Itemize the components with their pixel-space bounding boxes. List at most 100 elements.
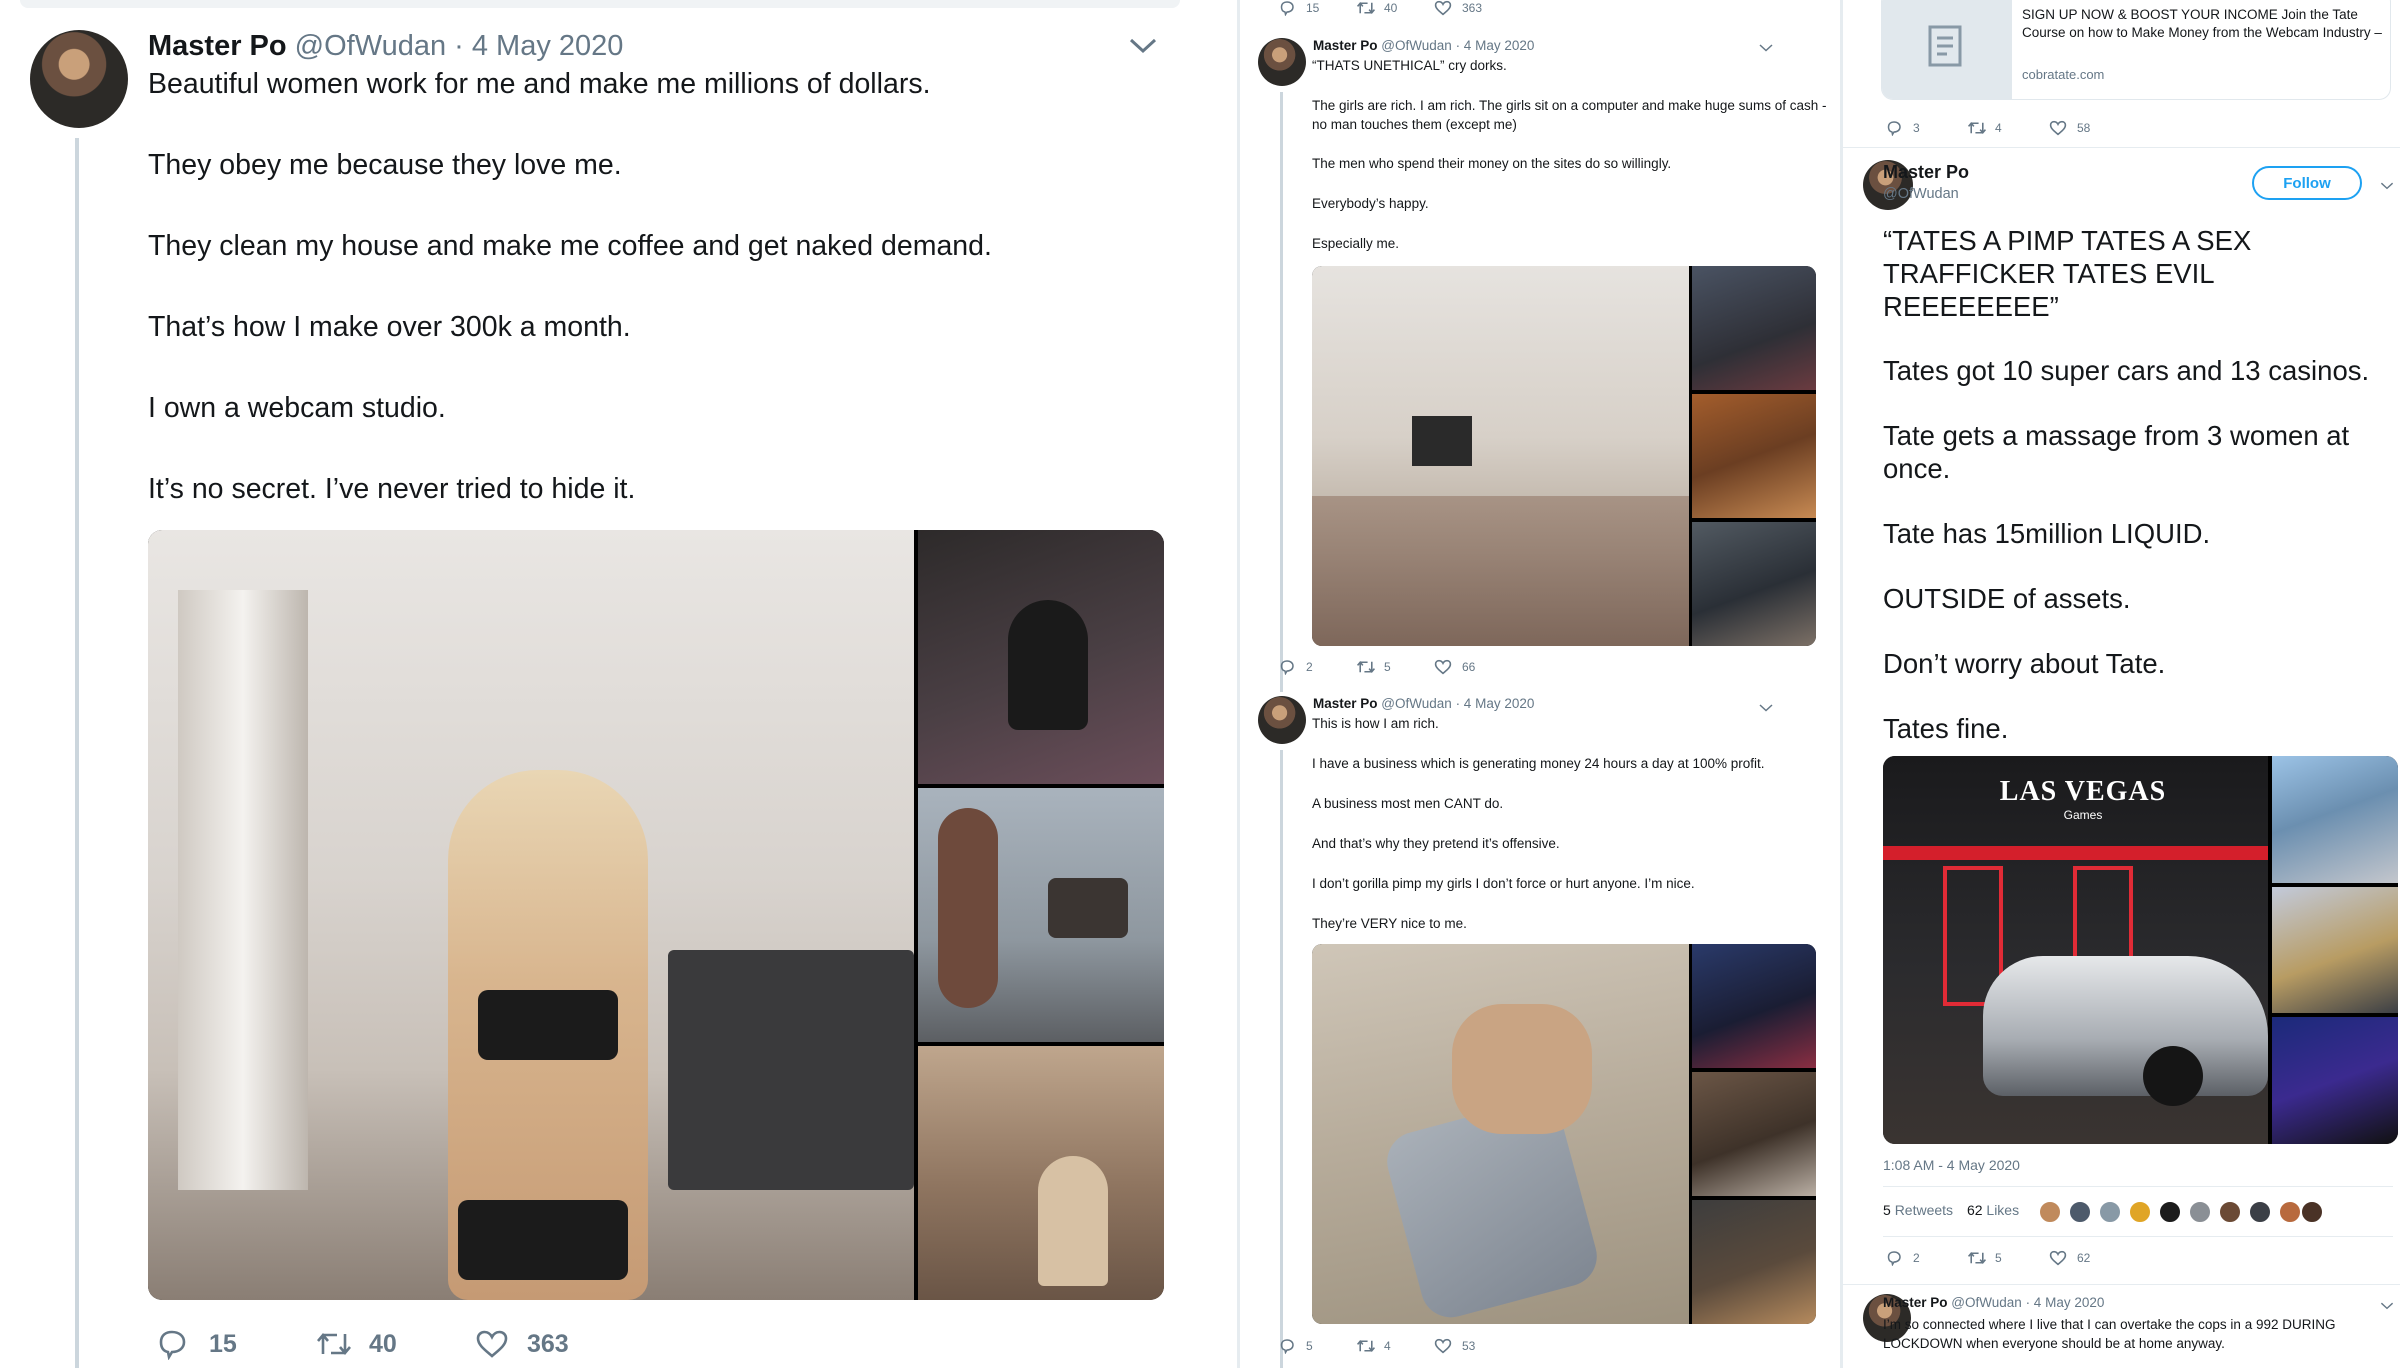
liker-avatar[interactable] bbox=[2218, 1200, 2242, 1224]
reply-icon bbox=[1887, 121, 1901, 136]
liker-avatar[interactable] bbox=[2098, 1200, 2122, 1224]
tweet-actions: 5 4 53 bbox=[1278, 1338, 1512, 1354]
photo-large[interactable]: LAS VEGAS Games bbox=[1883, 756, 2268, 1144]
liker-avatar[interactable] bbox=[2300, 1200, 2324, 1224]
link-card[interactable]: SIGN UP NOW & BOOST YOUR INCOME Join the… bbox=[1881, 0, 2391, 100]
author-name[interactable]: Master Po bbox=[1313, 38, 1378, 53]
engagement-stats: 5 Retweets 62 Likes bbox=[1883, 1202, 2019, 1218]
tweet-text: “TATES A PIMP TATES A SEX TRAFFICKER TAT… bbox=[1883, 224, 2393, 744]
reply-button[interactable]: 5 bbox=[1278, 1338, 1356, 1354]
author-name[interactable]: Master Po bbox=[1313, 696, 1378, 711]
tweet-line: “TATES A PIMP TATES A SEX TRAFFICKER TAT… bbox=[1883, 225, 2252, 322]
author-handle[interactable]: @OfWudan bbox=[1381, 696, 1452, 711]
sign-title: LAS VEGAS bbox=[1999, 776, 2167, 807]
photo-large[interactable] bbox=[1312, 266, 1689, 646]
like-button[interactable]: 363 bbox=[475, 1329, 635, 1359]
retweet-button[interactable]: 4 bbox=[1356, 1338, 1434, 1354]
author-handle[interactable]: @OfWudan bbox=[1883, 186, 1959, 202]
liker-avatar[interactable] bbox=[2188, 1200, 2212, 1224]
photo-3[interactable] bbox=[2272, 1017, 2398, 1144]
liker-avatar[interactable] bbox=[2158, 1200, 2182, 1224]
tweet-line: I don’t gorilla pimp my girls I don’t fo… bbox=[1312, 876, 1695, 891]
like-button[interactable]: 62 bbox=[2049, 1250, 2131, 1266]
like-button[interactable]: 363 bbox=[1434, 0, 1512, 16]
tweet-date[interactable]: · 4 May 2020 bbox=[1456, 38, 1535, 53]
liker-avatar[interactable] bbox=[2248, 1200, 2272, 1224]
photo-1[interactable] bbox=[2272, 756, 2398, 883]
tweet-line: This is how I am rich. bbox=[1312, 716, 1439, 731]
retweet-icon bbox=[1356, 2, 1376, 14]
heart-icon bbox=[1434, 0, 1452, 16]
reply-button[interactable]: 2 bbox=[1885, 1250, 1967, 1266]
chevron-down-icon[interactable] bbox=[2380, 178, 2394, 196]
tweet-actions: 2 5 62 bbox=[1885, 1250, 2131, 1266]
liker-avatar[interactable] bbox=[2068, 1200, 2092, 1224]
author-handle[interactable]: @OfWudan bbox=[1951, 1295, 2022, 1310]
photo-large[interactable] bbox=[1312, 944, 1689, 1324]
like-button[interactable]: 66 bbox=[1434, 659, 1512, 675]
like-button[interactable]: 58 bbox=[2049, 120, 2131, 136]
retweet-button[interactable]: 4 bbox=[1967, 120, 2049, 136]
retweet-button[interactable]: 40 bbox=[1356, 0, 1434, 16]
liker-avatar[interactable] bbox=[2278, 1200, 2302, 1224]
liker-avatar[interactable] bbox=[2128, 1200, 2152, 1224]
photo-1[interactable] bbox=[1692, 944, 1816, 1068]
photo-2[interactable] bbox=[1692, 394, 1816, 518]
avatar[interactable] bbox=[30, 30, 128, 128]
reply-button[interactable]: 15 bbox=[155, 1328, 315, 1360]
author-handle[interactable]: @OfWudan bbox=[1381, 38, 1452, 53]
tweet-header: Master Po @OfWudan · 4 May 2020 bbox=[1273, 696, 1534, 712]
photo-1[interactable] bbox=[918, 530, 1164, 784]
reply-button[interactable]: 2 bbox=[1278, 659, 1356, 675]
tweet-timestamp[interactable]: 1:08 AM - 4 May 2020 bbox=[1883, 1157, 2020, 1173]
document-icon bbox=[1928, 25, 1962, 67]
photo-2[interactable] bbox=[1692, 1072, 1816, 1196]
author-name[interactable]: Master Po bbox=[148, 30, 287, 62]
tweet-line: They obey me because they love me. bbox=[148, 149, 622, 181]
media-grid[interactable] bbox=[1312, 266, 1816, 646]
reply-button[interactable]: 3 bbox=[1885, 120, 1967, 136]
media-grid[interactable] bbox=[148, 530, 1164, 1300]
chevron-down-icon[interactable] bbox=[2380, 1298, 2394, 1316]
photo-3[interactable] bbox=[1692, 1200, 1816, 1324]
author-name[interactable]: Master Po bbox=[1883, 162, 1969, 183]
author-name[interactable]: Master Po bbox=[1883, 1295, 1948, 1310]
tweet-date[interactable]: · 4 May 2020 bbox=[454, 30, 623, 62]
reply-button[interactable]: 15 bbox=[1278, 0, 1356, 16]
photo-large[interactable] bbox=[148, 530, 914, 1300]
tweet-line: I own a webcam studio. bbox=[148, 392, 446, 424]
tweet-date[interactable]: · 4 May 2020 bbox=[2026, 1295, 2105, 1310]
media-grid[interactable] bbox=[1312, 944, 1816, 1324]
heart-icon bbox=[1434, 659, 1452, 675]
photo-2[interactable] bbox=[918, 788, 1164, 1042]
retweet-icon bbox=[1967, 122, 1987, 134]
heart-icon bbox=[2049, 120, 2067, 136]
author-handle[interactable]: @OfWudan bbox=[295, 30, 446, 62]
liker-avatars[interactable] bbox=[2038, 1200, 2324, 1228]
reply-icon bbox=[159, 1330, 186, 1360]
reply-count: 2 bbox=[1306, 660, 1313, 674]
retweets-link[interactable]: 5 Retweets bbox=[1883, 1202, 1953, 1218]
reply-count: 3 bbox=[1913, 121, 1920, 135]
top-bar bbox=[20, 0, 1180, 8]
photo-1[interactable] bbox=[1692, 266, 1816, 390]
retweet-button[interactable]: 5 bbox=[1356, 659, 1434, 675]
photo-3[interactable] bbox=[1692, 522, 1816, 646]
follow-button[interactable]: Follow bbox=[2252, 166, 2362, 200]
reply-count: 15 bbox=[209, 1329, 237, 1358]
retweet-icon bbox=[1356, 661, 1376, 673]
like-count: 66 bbox=[1462, 660, 1476, 674]
reply-icon bbox=[1280, 1, 1294, 16]
divider bbox=[1883, 1186, 2393, 1187]
likes-link[interactable]: 62 Likes bbox=[1967, 1202, 2019, 1218]
tweet-date[interactable]: · 4 May 2020 bbox=[1456, 696, 1535, 711]
divider bbox=[1843, 147, 2400, 148]
photo-2[interactable] bbox=[2272, 887, 2398, 1013]
retweet-button[interactable]: 40 bbox=[315, 1329, 475, 1359]
retweet-button[interactable]: 5 bbox=[1967, 1250, 2049, 1266]
photo-3[interactable] bbox=[918, 1046, 1164, 1300]
like-button[interactable]: 53 bbox=[1434, 1338, 1512, 1354]
media-grid[interactable]: LAS VEGAS Games bbox=[1883, 756, 2398, 1144]
chevron-down-icon[interactable] bbox=[1128, 36, 1158, 61]
liker-avatar[interactable] bbox=[2038, 1200, 2062, 1224]
